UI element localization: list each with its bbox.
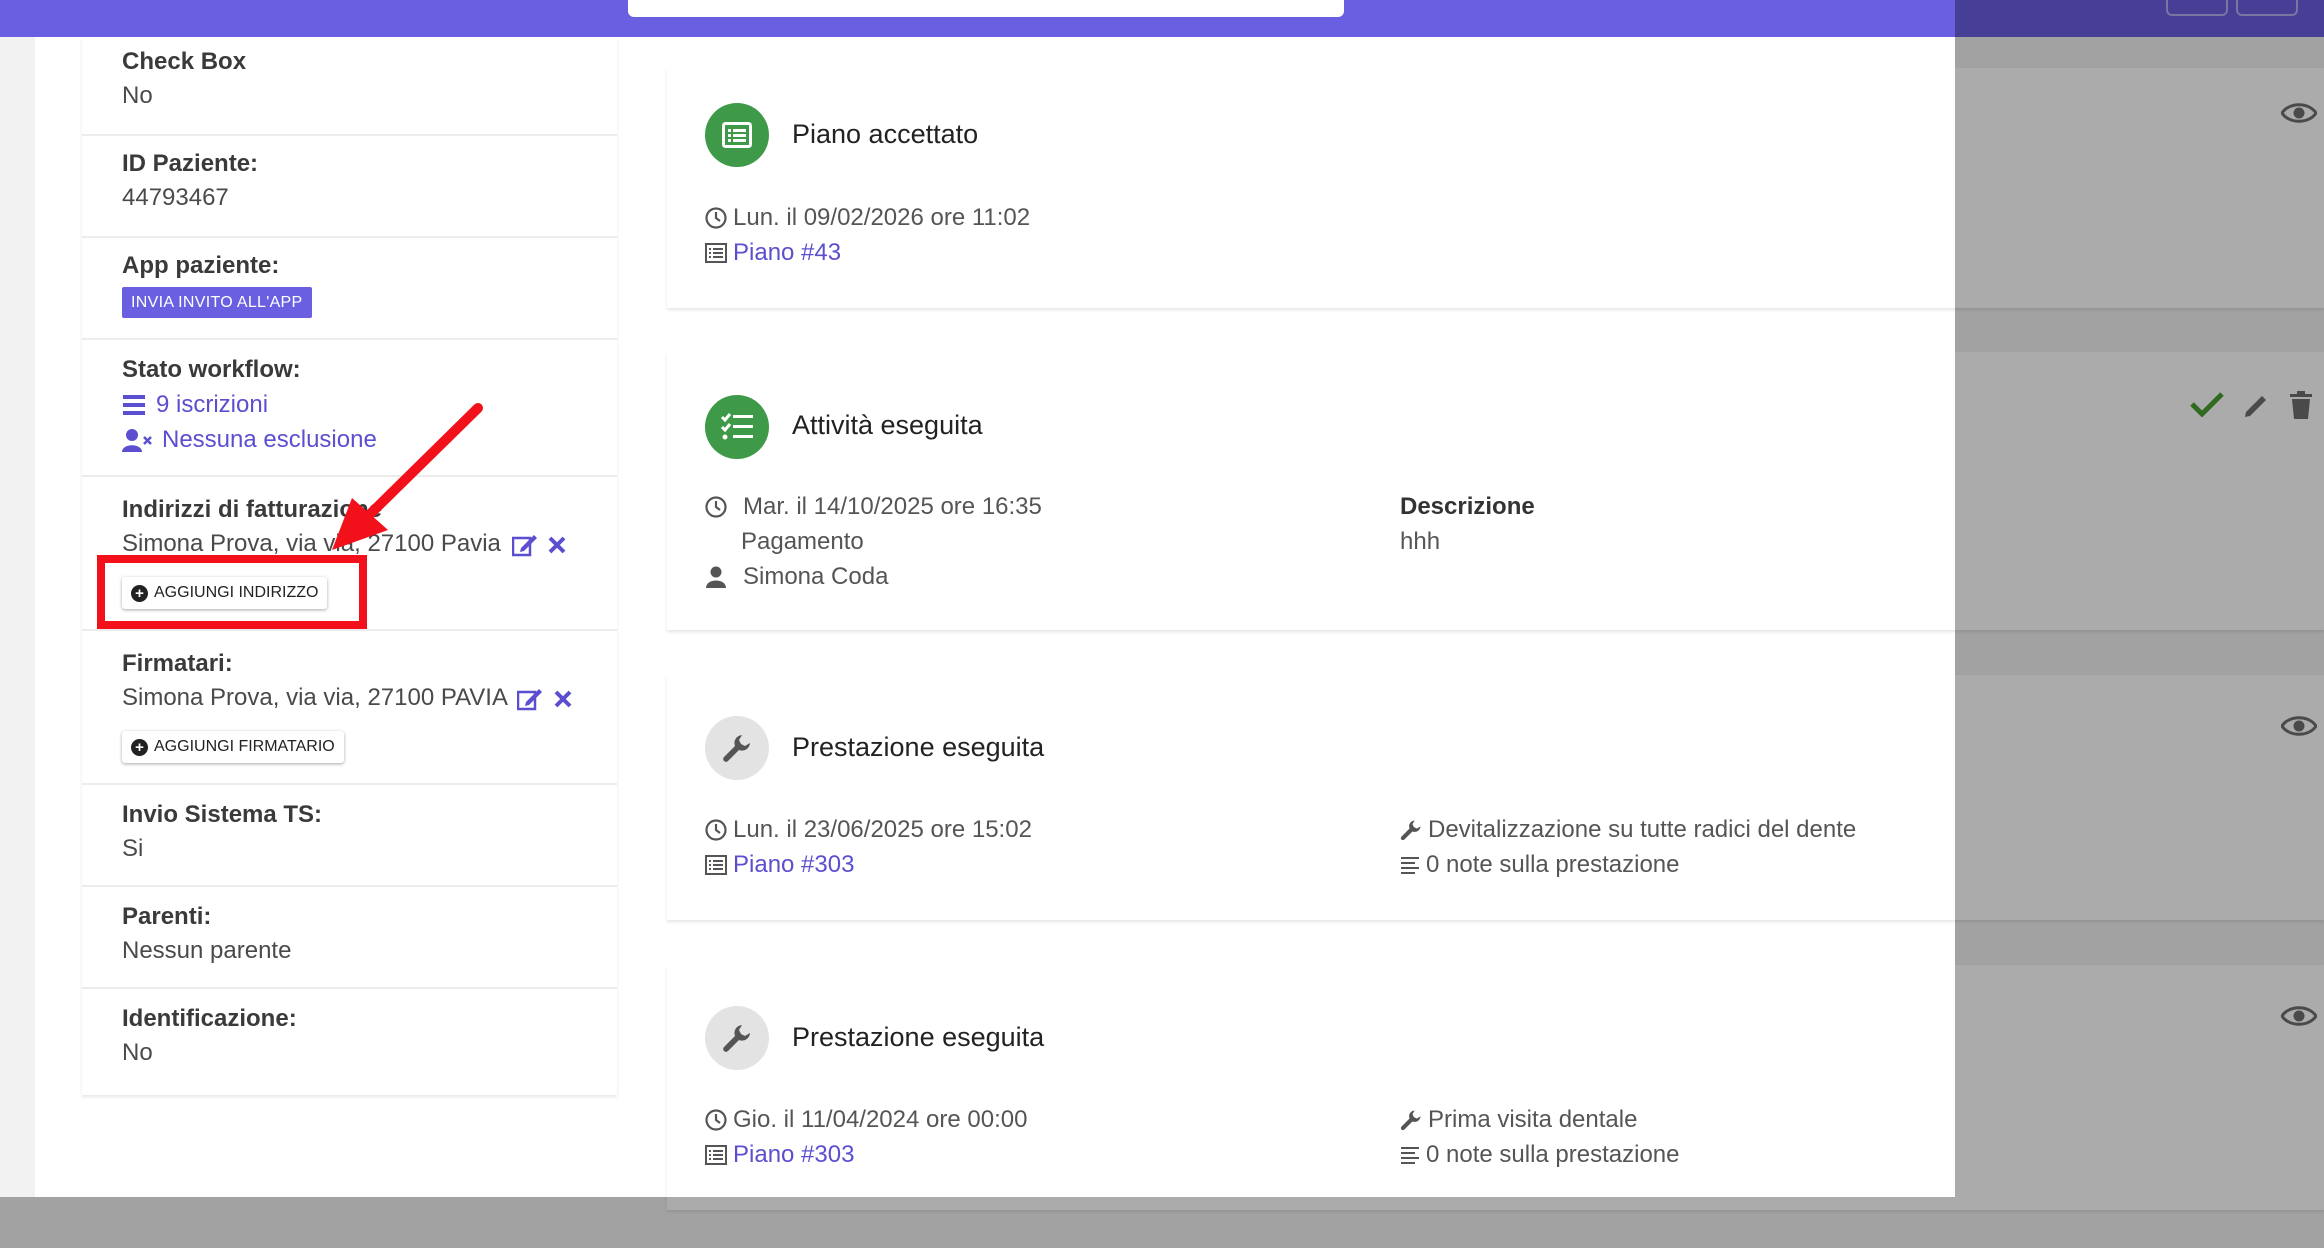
signatories-label: Firmatari: bbox=[122, 650, 233, 677]
identification-value: No bbox=[122, 1039, 153, 1066]
description-label: Descrizione bbox=[1400, 493, 1535, 521]
signatory-row: Simona Prova, via via, 27100 PAVIA bbox=[122, 681, 617, 715]
timeline-date-text: Lun. il 23/06/2025 ore 15:02 bbox=[733, 816, 1032, 843]
clock-icon bbox=[705, 1109, 727, 1131]
annotation-arrow bbox=[332, 403, 483, 550]
timeline-date-text: Lun. il 09/02/2026 ore 11:02 bbox=[733, 204, 1031, 231]
list-icon bbox=[123, 394, 145, 415]
annotation-highlight-box bbox=[97, 555, 367, 629]
ts-system-section: Invio Sistema TS: Si bbox=[82, 786, 617, 887]
service-notes-text: 0 note sulla prestazione bbox=[1426, 851, 1680, 878]
list-alt-icon bbox=[705, 1145, 727, 1165]
timeline-title: Attività eseguita bbox=[792, 410, 983, 440]
timeline-title: Piano accettato bbox=[792, 119, 979, 149]
patient-id-value: 44793467 bbox=[122, 184, 229, 211]
service-name: Devitalizzazione su tutte radici del den… bbox=[1400, 816, 1856, 844]
trash-icon[interactable] bbox=[2289, 391, 2313, 419]
timeline-date: Gio. il 11/04/2024 ore 00:00 bbox=[705, 1106, 1027, 1134]
check-icon[interactable] bbox=[2190, 391, 2224, 417]
ts-system-label: Invio Sistema TS: bbox=[122, 801, 323, 828]
service-name-text: Prima visita dentale bbox=[1428, 1106, 1638, 1133]
delete-x-icon[interactable] bbox=[548, 536, 566, 554]
relatives-label: Parenti: bbox=[122, 903, 212, 930]
timeline-date-text: Gio. il 11/04/2024 ore 00:00 bbox=[733, 1106, 1028, 1133]
plan-link-text[interactable]: Piano #303 bbox=[733, 1141, 854, 1169]
edit-icon[interactable] bbox=[517, 687, 543, 711]
align-left-icon bbox=[1401, 857, 1419, 874]
service-notes: 0 note sulla prestazione bbox=[1400, 851, 1680, 879]
timeline-date: Lun. il 09/02/2026 ore 11:02 bbox=[705, 204, 1030, 232]
eye-icon[interactable] bbox=[2281, 1004, 2317, 1028]
timeline-title: Prestazione eseguita bbox=[792, 732, 1045, 762]
service-name-text: Devitalizzazione su tutte radici del den… bbox=[1428, 816, 1857, 843]
timeline-date: Mar. il 14/10/2025 ore 16:35 bbox=[705, 493, 1042, 521]
service-notes: 0 note sulla prestazione bbox=[1400, 1141, 1680, 1169]
delete-x-icon[interactable] bbox=[554, 690, 572, 708]
align-left-icon bbox=[1401, 1147, 1419, 1164]
tasks-icon bbox=[705, 395, 769, 459]
timeline-date: Lun. il 23/06/2025 ore 15:02 bbox=[705, 816, 1032, 844]
wrench-icon bbox=[705, 716, 769, 780]
timeline-user: Simona Coda bbox=[705, 563, 888, 591]
add-signatory-button[interactable]: + AGGIUNGI FIRMATARIO bbox=[122, 731, 344, 763]
check-box-section: Check Box No bbox=[82, 45, 617, 136]
signatories-section: Firmatari: Simona Prova, via via, 27100 … bbox=[82, 632, 617, 785]
patient-app-section: App paziente: INVIA INVITO ALL'APP bbox=[82, 239, 617, 340]
invite-app-button[interactable]: INVIA INVITO ALL'APP bbox=[122, 287, 312, 318]
signatory-value: Simona Prova, via via, 27100 PAVIA bbox=[122, 684, 507, 711]
plus-circle-icon: + bbox=[131, 738, 148, 756]
wrench-icon bbox=[1400, 1110, 1421, 1131]
list-alt-icon bbox=[705, 103, 769, 167]
plan-link[interactable]: Piano #303 bbox=[705, 851, 854, 879]
list-alt-icon bbox=[705, 855, 727, 875]
service-name: Prima visita dentale bbox=[1400, 1106, 1637, 1134]
timeline-date-text: Mar. il 14/10/2025 ore 16:35 bbox=[743, 493, 1042, 520]
activity-type: Pagamento bbox=[741, 528, 864, 555]
clock-icon bbox=[705, 207, 727, 229]
check-box-value: No bbox=[122, 82, 153, 109]
description-label-text: Descrizione bbox=[1400, 493, 1535, 520]
eye-icon[interactable] bbox=[2281, 714, 2317, 738]
plan-link-text[interactable]: Piano #303 bbox=[733, 851, 854, 879]
plan-link[interactable]: Piano #303 bbox=[705, 1141, 854, 1169]
eye-icon[interactable] bbox=[2281, 101, 2317, 125]
check-box-label: Check Box bbox=[122, 48, 247, 75]
patient-app-label: App paziente: bbox=[122, 252, 280, 279]
clock-icon bbox=[705, 819, 727, 841]
add-signatory-label: AGGIUNGI FIRMATARIO bbox=[154, 738, 335, 755]
enrollments-label: 9 iscrizioni bbox=[156, 391, 269, 418]
timeline-title: Prestazione eseguita bbox=[792, 1022, 1045, 1052]
user-remove-icon bbox=[122, 428, 152, 452]
user-icon bbox=[706, 566, 726, 588]
plan-link-text[interactable]: Piano #43 bbox=[733, 239, 841, 267]
edit-icon[interactable] bbox=[511, 533, 538, 557]
identification-label: Identificazione: bbox=[122, 1005, 297, 1032]
clock-icon bbox=[705, 496, 727, 518]
plan-link[interactable]: Piano #43 bbox=[705, 239, 841, 267]
identification-section: Identificazione: No bbox=[82, 990, 617, 1095]
patient-id-section: ID Paziente: 44793467 bbox=[82, 137, 617, 238]
modal-backdrop-bottom bbox=[0, 1197, 1955, 1248]
modal-backdrop bbox=[1955, 0, 2324, 1248]
ts-system-value: Si bbox=[122, 835, 144, 862]
relatives-section: Parenti: Nessun parente bbox=[82, 888, 617, 989]
relatives-value: Nessun parente bbox=[122, 937, 292, 964]
list-alt-icon bbox=[705, 243, 727, 263]
description-value: hhh bbox=[1400, 528, 1441, 555]
wrench-icon bbox=[1400, 820, 1421, 841]
service-notes-text: 0 note sulla prestazione bbox=[1426, 1141, 1680, 1168]
pencil-icon[interactable] bbox=[2243, 391, 2271, 419]
wrench-icon bbox=[705, 1006, 769, 1070]
search-input[interactable] bbox=[628, 0, 1344, 17]
timeline-user-name: Simona Coda bbox=[743, 563, 889, 590]
workflow-label: Stato workflow: bbox=[122, 356, 301, 383]
patient-id-label: ID Paziente: bbox=[122, 150, 259, 177]
